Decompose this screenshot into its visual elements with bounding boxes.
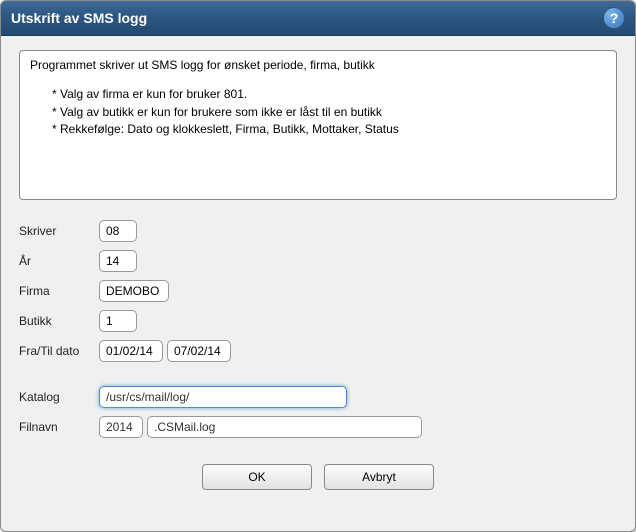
- button-row: OK Avbryt: [19, 464, 617, 490]
- skriver-input[interactable]: [99, 220, 137, 242]
- aar-input[interactable]: [99, 250, 137, 272]
- sms-log-dialog: Utskrift av SMS logg ? Programmet skrive…: [0, 0, 636, 532]
- ok-button[interactable]: OK: [202, 464, 312, 490]
- label-katalog: Katalog: [19, 390, 99, 404]
- firma-input[interactable]: [99, 280, 169, 302]
- label-butikk: Butikk: [19, 314, 99, 328]
- label-skriver: Skriver: [19, 224, 99, 238]
- description-bullets: * Valg av firma er kun for bruker 801. *…: [30, 86, 606, 138]
- bullet-2: * Valg av butikk er kun for brukere som …: [52, 104, 606, 121]
- filnavn-year-input[interactable]: [99, 416, 143, 438]
- bullet-1: * Valg av firma er kun for bruker 801.: [52, 86, 606, 103]
- label-filnavn: Filnavn: [19, 420, 99, 434]
- butikk-input[interactable]: [99, 310, 137, 332]
- row-butikk: Butikk: [19, 310, 617, 332]
- filnavn-input[interactable]: [147, 416, 422, 438]
- help-icon[interactable]: ?: [603, 7, 625, 29]
- bullet-3: * Rekkefølge: Dato og klokkeslett, Firma…: [52, 121, 606, 138]
- label-aar: År: [19, 254, 99, 268]
- row-fratil: Fra/Til dato: [19, 340, 617, 362]
- row-aar: År: [19, 250, 617, 272]
- description-box: Programmet skriver ut SMS logg for ønske…: [19, 50, 617, 200]
- row-filnavn: Filnavn: [19, 416, 617, 438]
- cancel-button[interactable]: Avbryt: [324, 464, 434, 490]
- til-dato-input[interactable]: [167, 340, 231, 362]
- titlebar: Utskrift av SMS logg ?: [1, 1, 635, 36]
- label-fratil: Fra/Til dato: [19, 344, 99, 358]
- content-area: Programmet skriver ut SMS logg for ønske…: [1, 36, 635, 508]
- fra-dato-input[interactable]: [99, 340, 163, 362]
- form: Skriver År Firma Butikk Fra/Til dato: [19, 220, 617, 438]
- description-intro: Programmet skriver ut SMS logg for ønske…: [30, 57, 606, 74]
- katalog-input[interactable]: [99, 386, 347, 408]
- row-skriver: Skriver: [19, 220, 617, 242]
- label-firma: Firma: [19, 284, 99, 298]
- row-katalog: Katalog: [19, 386, 617, 408]
- row-firma: Firma: [19, 280, 617, 302]
- dialog-title: Utskrift av SMS logg: [11, 10, 147, 26]
